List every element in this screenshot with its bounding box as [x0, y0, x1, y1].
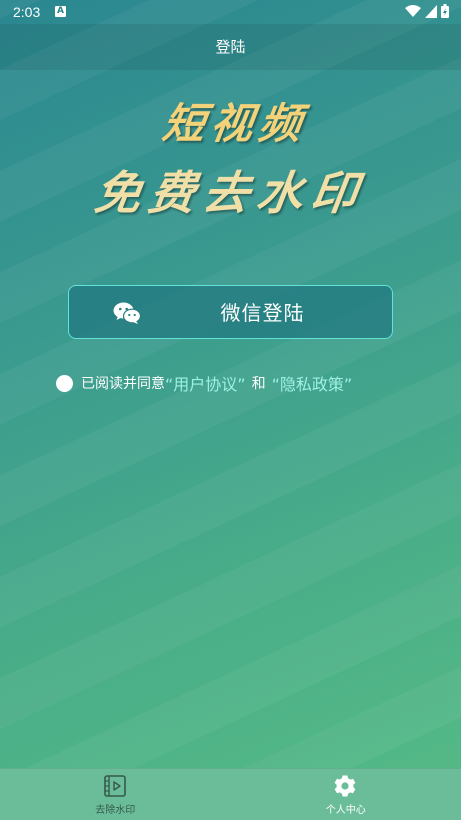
nav-item-remove-watermark[interactable]: 去除水印 [0, 769, 231, 820]
hero-title-line2: 免费去水印 [0, 157, 461, 223]
bottom-nav: 去除水印 个人中心 [0, 768, 461, 820]
agreement-prefix: 已阅读并同意 [81, 373, 165, 393]
nav-label-profile: 个人中心 [231, 801, 461, 816]
status-time: 2:03 [13, 4, 40, 20]
hero-title-line1: 短视频 [6, 90, 461, 151]
agree-checkbox[interactable] [56, 375, 73, 392]
gear-icon [334, 774, 358, 798]
agreement-and: 和 [252, 373, 266, 393]
page-title: 登陆 [0, 24, 461, 70]
privacy-policy-link[interactable]: “隐私政策” [272, 371, 353, 395]
user-agreement-link[interactable]: “用户协议” [165, 371, 246, 395]
wifi-icon [405, 5, 421, 18]
video-icon [103, 774, 127, 798]
signal-icon [425, 5, 437, 18]
wechat-login-button[interactable]: 微信登陆 [68, 285, 393, 339]
hero-title: 短视频 免费去水印 [0, 90, 461, 223]
notification-icon: A [55, 6, 66, 17]
battery-icon [441, 4, 449, 18]
nav-item-profile[interactable]: 个人中心 [231, 769, 461, 820]
status-bar: 2:03 A [0, 0, 461, 24]
agreement-row: 已阅读并同意 “用户协议” 和 “隐私政策” [56, 370, 352, 396]
nav-label-remove-watermark: 去除水印 [0, 801, 231, 816]
status-icons [405, 4, 449, 18]
wechat-login-label: 微信登陆 [69, 286, 392, 338]
